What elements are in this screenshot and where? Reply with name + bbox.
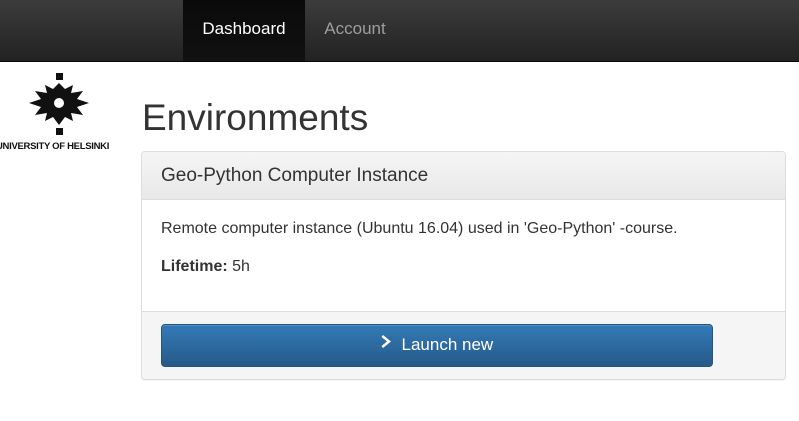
lifetime-value: 5h [232,258,250,275]
logo-text: UNIVERSITY OF HELSINKI [0,141,110,152]
nav-dashboard[interactable]: Dashboard [183,0,305,61]
lifetime-row: Lifetime: 5h [161,257,766,277]
university-logo: UNIVERSITY OF HELSINKI [0,71,122,156]
chevron-right-icon [381,324,393,364]
top-navbar: Dashboard Account [0,0,799,62]
lifetime-label: Lifetime: [161,258,228,275]
environment-description: Remote computer instance (Ubuntu 16.04) … [161,220,678,237]
panel-footer: Launch new [142,311,785,379]
launch-new-label: Launch new [401,335,494,354]
launch-new-button[interactable]: Launch new [161,324,713,367]
environment-panel: Geo-Python Computer Instance Remote comp… [141,151,786,380]
environment-body: Remote computer instance (Ubuntu 16.04) … [142,200,785,311]
helsinki-torch-logo-icon [29,73,89,135]
environment-name: Geo-Python Computer Instance [142,152,785,200]
page-title: Environments [142,97,369,138]
nav-account[interactable]: Account [305,0,405,61]
